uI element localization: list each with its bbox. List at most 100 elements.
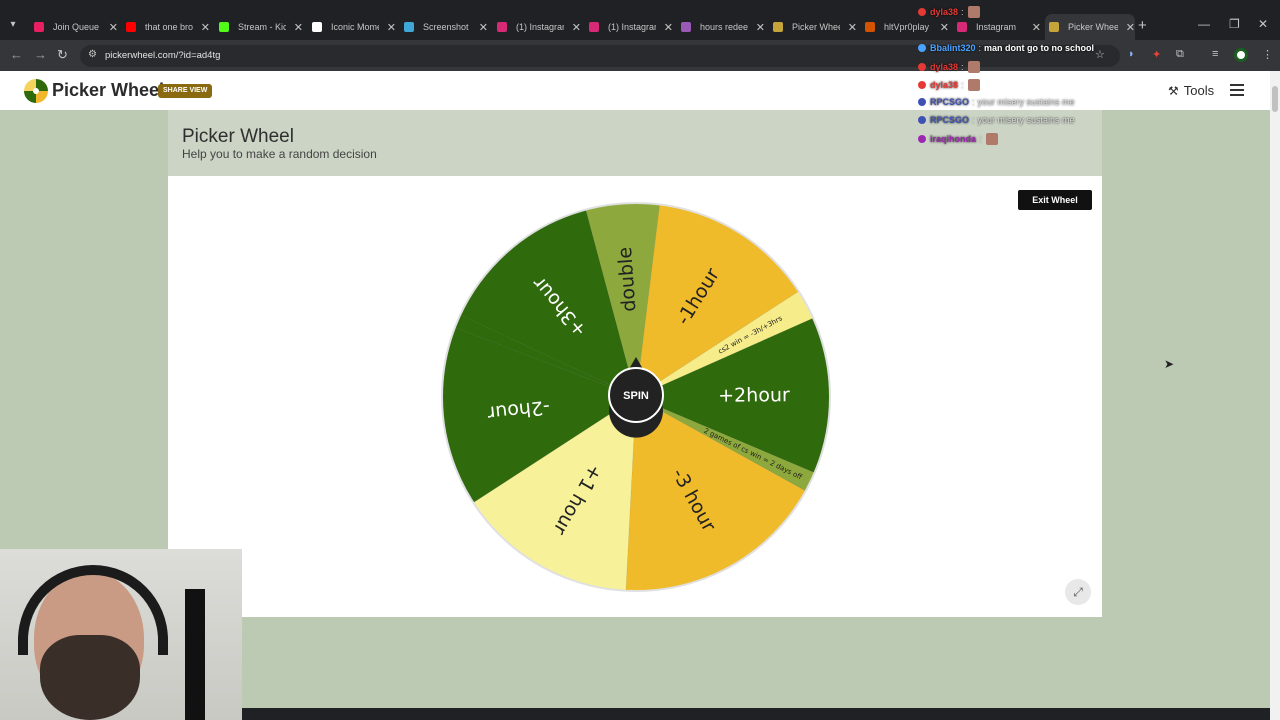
tab-favicon-icon <box>126 22 136 32</box>
chat-message: dyla38: <box>918 61 980 73</box>
brand-name[interactable]: Picker Wheel <box>52 80 164 101</box>
tab-title: Picker Whee <box>792 22 840 32</box>
webcam-overlay <box>0 549 242 720</box>
browser-tab[interactable]: Screenshot ✕ <box>400 16 488 38</box>
profile-avatar[interactable] <box>1234 48 1248 62</box>
close-window-icon[interactable]: ✕ <box>1258 17 1268 31</box>
tab-close-icon[interactable]: ✕ <box>294 21 303 34</box>
chat-username: dyla38 <box>930 7 959 17</box>
forward-icon[interactable]: → <box>34 47 47 62</box>
chat-message: dyla38: <box>918 79 980 91</box>
back-icon[interactable]: ← <box>10 47 23 62</box>
browser-tab[interactable]: that one bro ✕ <box>122 16 210 38</box>
tab-title: hltVpr0play <box>884 22 930 32</box>
extension-2-icon[interactable]: ✦ <box>1152 48 1161 61</box>
mouse-cursor-icon: ➤ <box>1164 357 1175 371</box>
tab-title: Stream - Kic <box>238 22 286 32</box>
browser-menu-icon[interactable]: ⋮ <box>1262 48 1273 61</box>
wheel-segment-label: +2hour <box>718 384 790 407</box>
fullscreen-expand-icon[interactable]: ⤢ <box>1065 579 1091 605</box>
exit-wheel-button[interactable]: Exit Wheel <box>1018 190 1092 210</box>
chat-separator: : <box>961 80 964 90</box>
microphone-arm <box>185 589 205 720</box>
tab-favicon-icon <box>404 22 414 32</box>
bookmark-star-icon[interactable]: ☆ <box>1095 48 1105 61</box>
tab-close-icon[interactable]: ✕ <box>940 21 949 34</box>
chat-text: your misery sustains me <box>977 97 1075 107</box>
tab-favicon-icon <box>681 22 691 32</box>
site-info-icon[interactable]: ⚙ <box>88 49 98 61</box>
browser-tab[interactable]: hours redeem ✕ <box>677 16 765 38</box>
chat-emote-icon <box>967 61 980 73</box>
chat-badge-icon <box>918 63 926 71</box>
chat-username: RPCSGO <box>930 115 970 125</box>
new-tab-icon[interactable]: + <box>1138 17 1147 34</box>
tab-favicon-icon <box>773 22 783 32</box>
tools-label: Tools <box>1183 83 1215 98</box>
chat-text: man dont go to no school <box>984 43 1095 53</box>
tab-close-icon[interactable]: ✕ <box>572 21 581 34</box>
tab-favicon-icon <box>865 22 875 32</box>
browser-tab[interactable]: Stream - Kic ✕ <box>215 16 303 38</box>
browser-tab[interactable]: Join Queue ✕ <box>30 16 118 38</box>
tab-favicon-icon <box>219 22 229 32</box>
restore-icon[interactable]: ❐ <box>1229 17 1240 31</box>
page-title: Picker Wheel <box>182 126 294 147</box>
chat-username: iraqihonda <box>930 134 977 144</box>
chat-message: iraqihonda: <box>918 133 998 145</box>
browser-tab[interactable]: (1) Instagram ✕ <box>493 16 581 38</box>
scrollbar-thumb[interactable] <box>1272 86 1278 112</box>
tab-close-icon[interactable]: ✕ <box>387 21 396 34</box>
chat-emote-icon <box>985 133 998 145</box>
tab-close-icon[interactable]: ✕ <box>201 21 210 34</box>
browser-tab[interactable]: (1) Instagram ✕ <box>585 16 673 38</box>
chat-message: RPCSGO: your misery sustains me <box>918 115 1075 125</box>
tab-close-icon[interactable]: ✕ <box>848 21 857 34</box>
logo-center <box>33 88 39 94</box>
chat-separator: : <box>961 62 964 72</box>
browser-tab[interactable]: hltVpr0play ✕ <box>861 16 949 38</box>
tab-close-icon[interactable]: ✕ <box>109 21 118 34</box>
tab-close-icon[interactable]: ✕ <box>756 21 765 34</box>
tab-title: Instagram <box>976 22 1017 32</box>
tab-close-icon[interactable]: ✕ <box>1032 21 1041 34</box>
page-subtitle: Help you to make a random decision <box>182 147 377 161</box>
tab-favicon-icon <box>34 22 44 32</box>
tab-title: (1) Instagram <box>608 22 656 32</box>
tab-title: that one bro <box>145 22 193 32</box>
browser-tab[interactable]: Instagram ✕ <box>953 16 1041 38</box>
chat-badge-icon <box>918 98 926 106</box>
tab-title: Iconic Mome <box>331 22 379 32</box>
page-scrollbar[interactable] <box>1270 71 1280 720</box>
chat-badge-icon <box>918 116 926 124</box>
reload-icon[interactable]: ↻ <box>57 47 68 63</box>
chat-separator: : <box>979 134 982 144</box>
chat-message: Bbalint320: man dont go to no school <box>918 43 1094 53</box>
tab-favicon-icon <box>497 22 507 32</box>
browser-tab[interactable]: Iconic Mome ✕ <box>308 16 396 38</box>
extensions-puzzle-icon[interactable]: ⧉ <box>1176 48 1184 61</box>
tab-close-icon[interactable]: ✕ <box>664 21 673 34</box>
tab-close-icon[interactable]: ✕ <box>479 21 488 34</box>
browser-tab[interactable]: Picker Whee ✕ <box>769 16 857 38</box>
hamburger-menu-icon[interactable] <box>1230 84 1244 96</box>
picker-wheel[interactable]: -1hourcs2 win = -3h/+3hrs+2hour2 games o… <box>438 199 834 595</box>
chat-text: your misery sustains me <box>977 115 1075 125</box>
extension-icon[interactable]: ◗ <box>1128 48 1135 60</box>
chat-separator: : <box>961 7 964 17</box>
tools-menu[interactable]: ⚒ Tools <box>1168 83 1214 98</box>
hammer-icon: ⚒ <box>1168 83 1179 98</box>
tab-close-icon[interactable]: ✕ <box>1126 21 1135 34</box>
wheel-segment-label: double <box>614 246 640 312</box>
tab-search-icon[interactable]: ▾ <box>6 18 20 32</box>
chat-username: RPCSGO <box>930 97 970 107</box>
tab-media-icon[interactable]: ≡ <box>1212 48 1218 60</box>
share-view-badge: SHARE VIEW <box>158 84 213 98</box>
minimize-icon[interactable]: — <box>1198 17 1210 31</box>
chat-username: dyla38 <box>930 62 959 72</box>
tab-title: hours redeem <box>700 22 748 32</box>
browser-tab[interactable]: Picker Whee ✕ <box>1045 14 1135 40</box>
url-text[interactable]: pickerwheel.com/?id=ad4tg <box>105 50 220 61</box>
chat-separator: : <box>972 97 975 107</box>
tab-favicon-icon <box>957 22 967 32</box>
